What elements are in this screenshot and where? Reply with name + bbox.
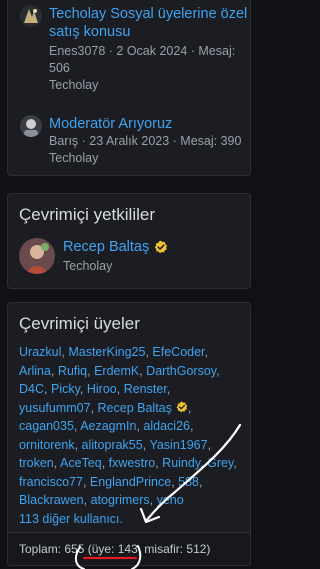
online-user-link[interactable]: Recep Baltaş [98,401,172,415]
online-user-link[interactable]: fxwestro [109,456,156,470]
online-user-link[interactable]: Urazkul [19,345,61,359]
list-separator: , [50,363,58,378]
online-user-link[interactable]: Rufiq [58,364,87,378]
list-separator: , [204,345,209,359]
online-user-link[interactable]: Blackrawen [19,493,84,507]
verified-badge-icon [176,401,188,412]
page: Techolay Sosyal üyelerine özel satış kon… [0,0,258,569]
thread-meta: Enes3078 · 2 Ocak 2024 · Mesaj: 506 [49,44,236,75]
online-user-link[interactable]: ErdemK [94,364,139,378]
list-separator: , [44,382,51,396]
online-user-link[interactable]: yeno [157,493,184,507]
thread-meta: Barış · 23 Aralık 2023 · Mesaj: 390 [49,134,242,148]
thread-title[interactable]: Moderatör Arıyoruz [49,115,241,133]
list-separator: , [233,456,237,470]
online-members-title[interactable]: Çevrimiçi üyeler [8,303,250,335]
online-user-link[interactable]: EfeCoder [152,345,204,359]
online-user-link[interactable]: cagan035 [19,419,74,433]
online-user-link[interactable]: Picky [51,382,80,396]
list-separator: , [82,474,90,489]
staff-member[interactable]: Recep Baltaş Techolay [8,226,250,275]
list-separator: , [199,474,203,489]
staff-role: Techolay [63,259,113,273]
online-user-link[interactable]: atogrimers [91,493,150,507]
online-user-link[interactable]: MasterKing25 [68,345,145,359]
list-separator: , [79,382,87,396]
list-separator: , [149,493,157,507]
online-stats-footer: Toplam: 655 (üye: 143, misafir: 512) [8,532,250,565]
online-user-link[interactable]: Yasin1967 [149,438,207,452]
list-separator: , [190,419,194,433]
online-user-link[interactable]: ornitorenk [19,438,75,452]
more-users-link[interactable]: 113 diğer kullanıcı. [19,512,123,526]
online-user-link[interactable]: aldaci26 [143,419,190,433]
online-user-link[interactable]: AceTeq [60,456,102,470]
online-user-link[interactable]: yusufumm07 [19,401,91,415]
list-separator: , [207,437,212,452]
list-separator: , [74,437,82,452]
staff-name[interactable]: Recep Baltaş [63,238,149,256]
online-user-link[interactable]: 588 [178,475,199,489]
list-separator: , [90,400,98,415]
online-user-link[interactable]: AezagmIn [80,419,136,433]
list-separator: , [83,493,91,507]
staff-name-row[interactable]: Recep Baltaş [63,238,168,256]
list-separator: , [187,400,192,415]
thread-title[interactable]: Techolay Sosyal üyelerine özel satış kon… [49,5,250,41]
online-user-link[interactable]: alitoprak55 [82,438,143,452]
list-separator: , [101,456,109,470]
verified-badge-icon [154,240,168,254]
latest-threads-card: Techolay Sosyal üyelerine özel satış kon… [7,0,251,176]
online-members-card: Çevrimiçi üyeler Urazkul, MasterKing25, … [7,302,251,566]
online-user-link[interactable]: Ruindy [162,456,200,470]
thread-forum[interactable]: Techolay [49,150,241,167]
list-separator: , [166,382,171,396]
online-staff-card: Çevrimiçi yetkililer Recep Baltaş Techol… [7,193,251,289]
online-staff-title[interactable]: Çevrimiçi yetkililer [8,194,250,226]
list-separator: , [216,363,220,378]
online-user-link[interactable]: francisco77 [19,475,83,489]
online-user-link[interactable]: DarthGorsoy [146,364,216,378]
online-user-link[interactable]: D4C [19,382,44,396]
user-avatar-icon[interactable] [20,5,42,27]
online-user-link[interactable]: Arlina [19,364,51,378]
list-separator: , [116,382,124,396]
online-user-link[interactable]: Hiroo [87,382,117,396]
user-avatar-icon[interactable] [20,115,42,137]
thread-forum[interactable]: Techolay [49,77,250,94]
online-user-link[interactable]: Renster [124,382,167,396]
online-user-list: Urazkul, MasterKing25, EfeCoder, Arlina,… [8,335,250,528]
thread-item[interactable]: Moderatör Arıyoruz Barış · 23 Aralık 202… [20,115,241,167]
staff-avatar-icon[interactable] [19,238,55,274]
online-user-link[interactable]: troken [19,456,54,470]
thread-item[interactable]: Techolay Sosyal üyelerine özel satış kon… [20,5,250,94]
online-user-link[interactable]: EnglandPrince [90,475,171,489]
online-user-link[interactable]: Grey [207,456,233,470]
